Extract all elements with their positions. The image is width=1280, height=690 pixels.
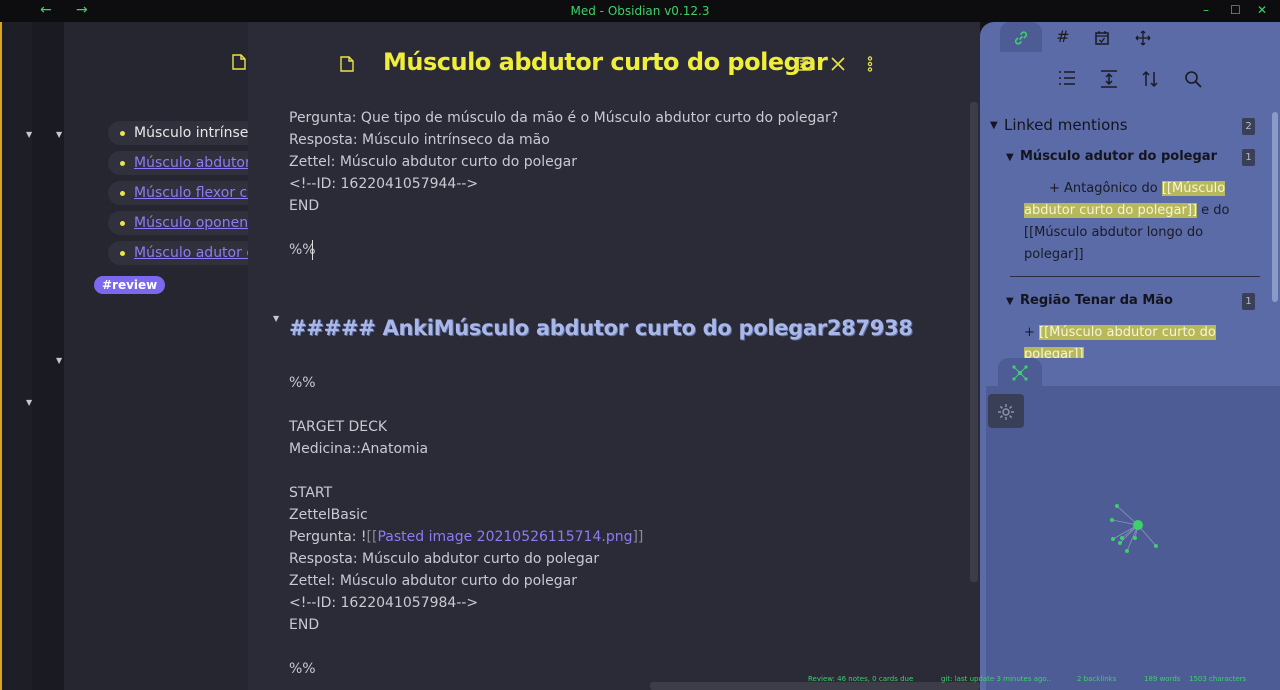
minimize-icon[interactable]: – [1203,3,1209,17]
editor-line: END [289,617,320,633]
review-tag[interactable]: #review [94,276,166,294]
graph-node [1118,541,1122,545]
linked-mentions-heading[interactable]: Linked mentions [1004,116,1128,134]
status-review[interactable]: Review: 46 notes, 0 cards due [808,675,913,683]
editor-line: Resposta: Músculo intrínseco da mão [289,132,550,148]
collapse-results-icon[interactable] [1058,70,1076,91]
link-bracket-close: ]] [632,529,644,545]
status-bar: Review: 46 notes, 0 cards due git: last … [800,674,1280,686]
graph-node [1125,549,1129,553]
image-link[interactable]: Pasted image 20210526115714.png [377,529,632,545]
file-icon[interactable] [232,54,246,74]
status-backlinks[interactable]: 2 backlinks [1077,675,1116,683]
sort-icon[interactable] [1141,70,1159,93]
local-graph-panel [980,358,1280,690]
fold-triangle-icon[interactable]: ▼ [56,356,62,365]
more-options-icon[interactable] [867,56,873,76]
editor-line: ZettelBasic [289,507,368,523]
left-ribbon: ▼ ▼ [0,22,32,690]
pergunta-prefix: Pergunta: ! [289,529,367,545]
hash-icon: # [1056,27,1070,46]
editor-line: Resposta: Músculo abdutor curto do poleg… [289,551,600,567]
editor-line: TARGET DECK [289,419,388,435]
sidebar-scrollbar[interactable] [1272,112,1278,302]
link-icon [1013,27,1029,46]
window-title: Med - Obsidian v0.12.3 [570,4,710,18]
editor-line: <!--ID: 1622041057944--> [289,176,479,192]
list-item: Músculo intrínseco da mão [108,121,248,145]
maximize-icon[interactable]: ☐ [1230,3,1241,17]
backlink-count: 1 [1242,293,1255,310]
editor-line: START [289,485,333,501]
backlink-file-name[interactable]: Região Tenar da Mão [1020,293,1173,308]
graph-node [1133,520,1143,530]
graph-canvas[interactable] [986,386,1280,690]
editor-line: Zettel: Músculo abdutor curto do polegar [289,573,577,589]
editor-line: <!--ID: 1622041057984--> [289,595,479,611]
divider [1010,276,1260,277]
tab-local-graph[interactable] [998,358,1042,386]
editor-line: Medicina::Anatomia [289,441,429,457]
backlink-context[interactable]: + [[Músculo abdutor curto do polegar]] [1024,322,1234,360]
collapse-triangle-icon[interactable]: ▼ [990,120,998,131]
graph-node [1154,544,1158,548]
backlinks-pane: ▼ Linked mentions 2 ▼ Músculo adutor do … [980,112,1280,360]
graph-node [1115,504,1119,508]
tab-tags[interactable]: # [1042,22,1084,52]
graph-node [1120,536,1124,540]
status-words: 189 words [1144,675,1181,683]
calendar-icon [1094,27,1110,46]
note-title[interactable]: Músculo abdutor curto do polegar [383,48,828,76]
collapse-triangle-icon[interactable]: ▼ [1006,152,1014,163]
status-git[interactable]: git: last update 3 minutes ago.. [941,675,1051,683]
heading-5: ##### AnkiMúsculo abdutor curto do poleg… [289,316,913,340]
file-icon[interactable] [340,56,354,76]
close-window-icon[interactable]: ✕ [1257,3,1267,17]
heading-fold-icon[interactable]: ▼ [273,314,279,323]
editor-pane[interactable]: Músculo abdutor curto do polegar Pergunt… [248,22,980,690]
sidebar-tabs: # [980,22,1280,52]
graph-node [1110,518,1114,522]
backlink-file-name[interactable]: Músculo adutor do polegar [1020,149,1217,164]
graph-node [1111,537,1115,541]
link-bracket-open: [[ [366,529,378,545]
close-icon[interactable] [830,56,846,76]
tab-outline[interactable] [1122,22,1164,52]
backlink-count: 1 [1242,149,1255,166]
linked-mentions-count: 2 [1242,118,1255,135]
tab-calendar[interactable] [1081,22,1123,52]
backlink-context[interactable]: + Antagônico do [[Músculo abdutor curto … [1024,178,1234,266]
list-item-link[interactable]: Músculo flexor curto do polegar [108,181,248,205]
graph-icon [1012,362,1028,381]
reading-mode-icon[interactable] [796,56,812,76]
context-prefix: + [1024,325,1040,340]
list-item-link[interactable]: Músculo oponente do polegar [108,211,248,235]
left-note-pane: Músculo intrínseco da mão Músculo abduto… [64,22,248,690]
graph-visualization[interactable] [986,386,1280,690]
right-sidebar: # ▼ Linked mentions 2 ▼ Músculo adutor d… [980,22,1280,360]
list-item-link[interactable]: Músculo abdutor curto do polegar [108,151,248,175]
editor-line-pergunta: Pergunta: ![[Pasted image 20210526115714… [289,529,643,545]
editor-line: END [289,198,320,214]
editor-scrollbar[interactable] [970,102,978,582]
text-cursor [312,240,313,260]
tab-backlinks[interactable] [1000,22,1042,52]
editor-line: %% [289,375,316,391]
fold-triangle-icon[interactable]: ▼ [56,130,62,139]
graph-node [1133,536,1137,540]
title-bar: ← → Med - Obsidian v0.12.3 – ☐ ✕ [0,0,1280,22]
status-characters: 1503 characters [1189,675,1247,683]
move-icon [1135,27,1151,46]
context-prefix: + Antagônico do [1049,181,1162,196]
highlighted-link[interactable]: [[Músculo abdutor curto do polegar]] [1024,325,1216,360]
editor-line: Pergunta: Que tipo de músculo da mão é o… [289,110,839,126]
left-gutter: ▼ ▼ [32,22,64,690]
search-icon[interactable] [1184,70,1202,93]
list-item-link[interactable]: Músculo adutor do polegar [108,241,248,265]
editor-line: Zettel: Músculo abdutor curto do polegar [289,154,577,170]
editor-line: %% [289,661,316,677]
show-context-icon[interactable] [1100,70,1118,93]
collapse-triangle-icon[interactable]: ▼ [1006,296,1014,307]
